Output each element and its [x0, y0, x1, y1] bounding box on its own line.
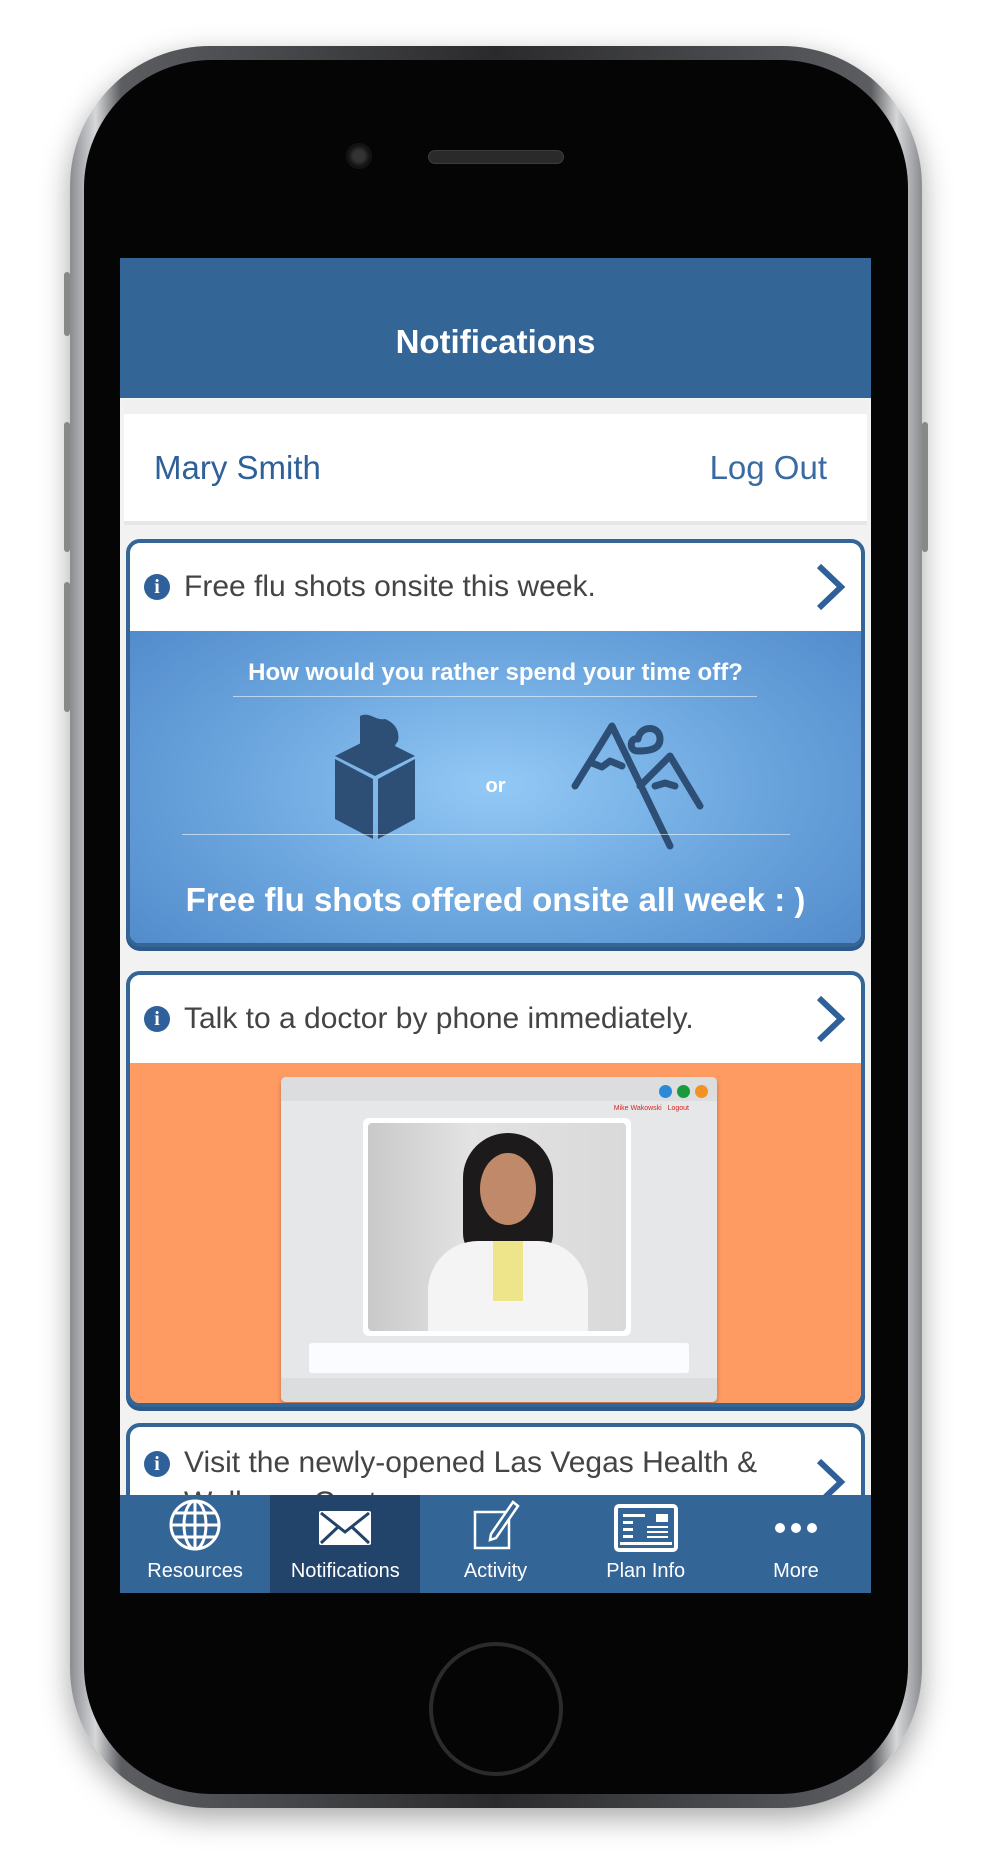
- info-icon: i: [144, 1006, 170, 1032]
- window-user: Mike Wakowski Logout: [613, 1105, 689, 1112]
- home-button[interactable]: [429, 1642, 563, 1776]
- window-dot-orange: [695, 1085, 708, 1098]
- chevron-right-icon[interactable]: [813, 994, 847, 1044]
- info-icon: i: [144, 574, 170, 600]
- edit-icon: [473, 1500, 520, 1550]
- user-name: Mary Smith: [154, 448, 321, 486]
- notification-card[interactable]: i Talk to a doctor by phone immediately.…: [126, 971, 865, 1407]
- tab-more[interactable]: More: [721, 1495, 871, 1593]
- envelope-icon: [319, 1511, 372, 1545]
- info-icon: i: [144, 1451, 170, 1477]
- tab-resources[interactable]: Resources: [120, 1495, 270, 1593]
- tab-activity[interactable]: Activity: [420, 1495, 570, 1593]
- power-button: [922, 422, 928, 552]
- tab-label: Plan Info: [606, 1560, 686, 1582]
- tab-plan-info[interactable]: Plan Info: [571, 1495, 721, 1593]
- divider: [233, 696, 757, 697]
- banner-question: How would you rather spend your time off…: [248, 659, 743, 686]
- app-screen: Notifications Mary Smith Log Out i Free …: [120, 258, 871, 1593]
- mountains-icon: [571, 722, 704, 850]
- window-dot-green: [677, 1085, 690, 1098]
- volume-up-button: [64, 422, 70, 552]
- logout-link[interactable]: Log Out: [710, 449, 827, 487]
- more-icon: [774, 1523, 817, 1533]
- mute-switch: [64, 272, 70, 336]
- notification-title: Free flu shots onsite this week.: [184, 570, 596, 603]
- chevron-right-icon[interactable]: [813, 562, 847, 612]
- video-call-window: Mike Wakowski Logout: [281, 1077, 717, 1402]
- window-dot-blue: [659, 1085, 672, 1098]
- tab-label: Resources: [147, 1560, 243, 1582]
- id-card-icon: [613, 1504, 678, 1552]
- camera: [346, 143, 372, 169]
- tab-bar: Resources Notifications Activity Plan In…: [120, 1495, 871, 1593]
- page-title: Notifications: [120, 258, 871, 398]
- speaker: [428, 150, 564, 164]
- banner-or: or: [485, 775, 506, 797]
- globe-icon: [169, 1499, 221, 1551]
- notification-card[interactable]: i Free flu shots onsite this week. How w…: [126, 539, 865, 947]
- doctor-banner: Mike Wakowski Logout: [130, 1063, 861, 1403]
- notification-header[interactable]: i Talk to a doctor by phone immediately.: [130, 975, 861, 1063]
- tab-label: More: [773, 1560, 819, 1582]
- window-input: [309, 1343, 689, 1373]
- user-bar: Mary Smith Log Out: [124, 400, 867, 525]
- divider: [182, 834, 790, 835]
- tab-label: Activity: [463, 1560, 528, 1582]
- tab-notifications[interactable]: Notifications: [270, 1495, 421, 1593]
- doctor-photo: [363, 1118, 631, 1336]
- notification-title: Talk to a doctor by phone immediately.: [184, 1002, 694, 1035]
- banner-headline: Free flu shots offered onsite all week :…: [185, 881, 806, 918]
- volume-down-button: [64, 582, 70, 712]
- tab-label: Notifications: [290, 1560, 400, 1582]
- notification-header[interactable]: i Free flu shots onsite this week.: [130, 543, 861, 631]
- flu-banner: How would you rather spend your time off…: [130, 631, 861, 943]
